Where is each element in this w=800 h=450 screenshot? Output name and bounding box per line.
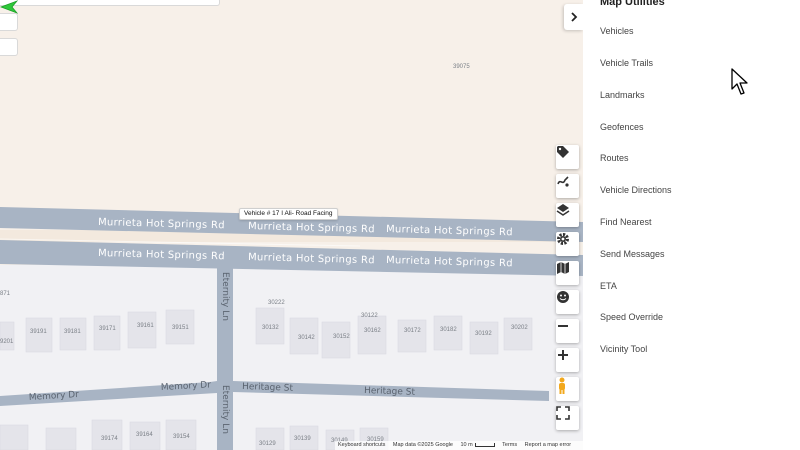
smiley-button[interactable] — [556, 290, 579, 314]
road-label-eternity-2: Eternity Ln — [220, 385, 230, 434]
util-send-messages[interactable]: Send Messages — [600, 249, 665, 259]
pegman-icon — [559, 377, 565, 394]
address-label: 39171 — [99, 326, 116, 332]
map-icon — [557, 262, 569, 274]
util-vicinity-tool[interactable]: Vicinity Tool — [600, 344, 647, 354]
map-data-credit: Map data ©2025 Google — [392, 442, 453, 448]
address-label: 39174 — [101, 436, 118, 442]
keyboard-shortcuts-link[interactable]: Keyboard shortcuts — [338, 442, 385, 448]
scale-bar — [474, 442, 495, 447]
panel-title: Map Utilities — [600, 0, 665, 8]
mouse-cursor-icon — [731, 68, 748, 95]
report-map-error-link[interactable]: Report a map error — [525, 442, 571, 448]
util-speed-override[interactable]: Speed Override — [600, 312, 663, 322]
address-label: 39181 — [64, 329, 81, 335]
util-find-nearest[interactable]: Find Nearest — [600, 217, 652, 227]
address-label: 39161 — [137, 323, 154, 329]
chevron-right-icon — [570, 12, 577, 22]
tag-button[interactable] — [556, 145, 579, 169]
address-label: 30162 — [364, 328, 381, 334]
zoom-out-button[interactable] — [556, 319, 579, 343]
route-draw-icon — [557, 176, 569, 187]
filter-input-2[interactable] — [0, 38, 18, 56]
gear-icon — [557, 233, 569, 245]
fullscreen-icon — [556, 406, 570, 420]
util-vehicles[interactable]: Vehicles — [600, 26, 634, 36]
map-type-button[interactable] — [556, 261, 579, 285]
map-canvas[interactable]: Murrieta Hot Springs Rd Murrieta Hot Spr… — [0, 0, 583, 450]
zoom-out-icon — [558, 325, 568, 327]
util-eta[interactable]: ETA — [600, 281, 617, 291]
address-label: 30122 — [361, 313, 378, 319]
address-label: 9201 — [0, 339, 14, 345]
util-vehicle-directions[interactable]: Vehicle Directions — [600, 185, 672, 195]
zoom-in-icon — [558, 350, 568, 360]
search-input[interactable] — [0, 0, 220, 6]
address-label: 39154 — [173, 434, 190, 440]
address-label: 39191 — [30, 329, 47, 335]
residential-area — [0, 265, 583, 450]
terms-link[interactable]: Terms — [502, 442, 517, 448]
smiley-icon — [557, 291, 569, 303]
address-label: 30172 — [404, 328, 421, 334]
address-label: 30139 — [294, 436, 311, 442]
address-label: 30192 — [475, 331, 492, 337]
address-label: 30142 — [298, 335, 315, 341]
road-label-heritage-2: Heritage St — [364, 386, 416, 398]
road-label-heritage-1: Heritage St — [242, 382, 294, 394]
address-label: 39151 — [172, 325, 189, 331]
util-landmarks[interactable]: Landmarks — [600, 90, 645, 100]
address-label: 30222 — [268, 300, 285, 306]
layers-button[interactable] — [556, 203, 579, 227]
map-attribution: Keyboard shortcuts Map data ©2025 Google… — [335, 441, 583, 450]
street-view-button[interactable] — [556, 377, 579, 401]
address-label: 871 — [0, 291, 11, 297]
route-draw-button[interactable] — [556, 174, 579, 198]
zoom-in-button[interactable] — [556, 348, 579, 372]
layers-icon — [556, 204, 570, 216]
address-label: 30132 — [262, 325, 279, 331]
vehicle-marker-icon[interactable] — [0, 0, 18, 14]
map-utilities-panel: Map Utilities Vehicles Vehicle Trails La… — [583, 0, 800, 450]
road-label-eternity-1: Eternity Ln — [220, 272, 230, 321]
vehicle-tooltip[interactable]: Vehicle # 17 I Ali- Road Facing — [239, 208, 338, 220]
filter-input[interactable] — [0, 13, 18, 31]
address-label: 30202 — [511, 325, 528, 331]
scale-label[interactable]: 10 m — [460, 442, 472, 448]
util-routes[interactable]: Routes — [600, 153, 629, 163]
fullscreen-button[interactable] — [556, 406, 579, 430]
settings-button[interactable] — [556, 232, 579, 256]
tag-icon — [557, 146, 569, 158]
address-label: 30129 — [259, 441, 276, 447]
util-vehicle-trails[interactable]: Vehicle Trails — [600, 58, 653, 68]
util-geofences[interactable]: Geofences — [600, 122, 644, 132]
address-label: 30182 — [440, 327, 457, 333]
address-label: 30152 — [333, 334, 350, 340]
address-label: 39164 — [136, 432, 153, 438]
address-label: 39075 — [453, 64, 470, 70]
panel-collapse-button[interactable] — [564, 4, 583, 30]
map-graphics: Murrieta Hot Springs Rd Murrieta Hot Spr… — [0, 64, 583, 450]
